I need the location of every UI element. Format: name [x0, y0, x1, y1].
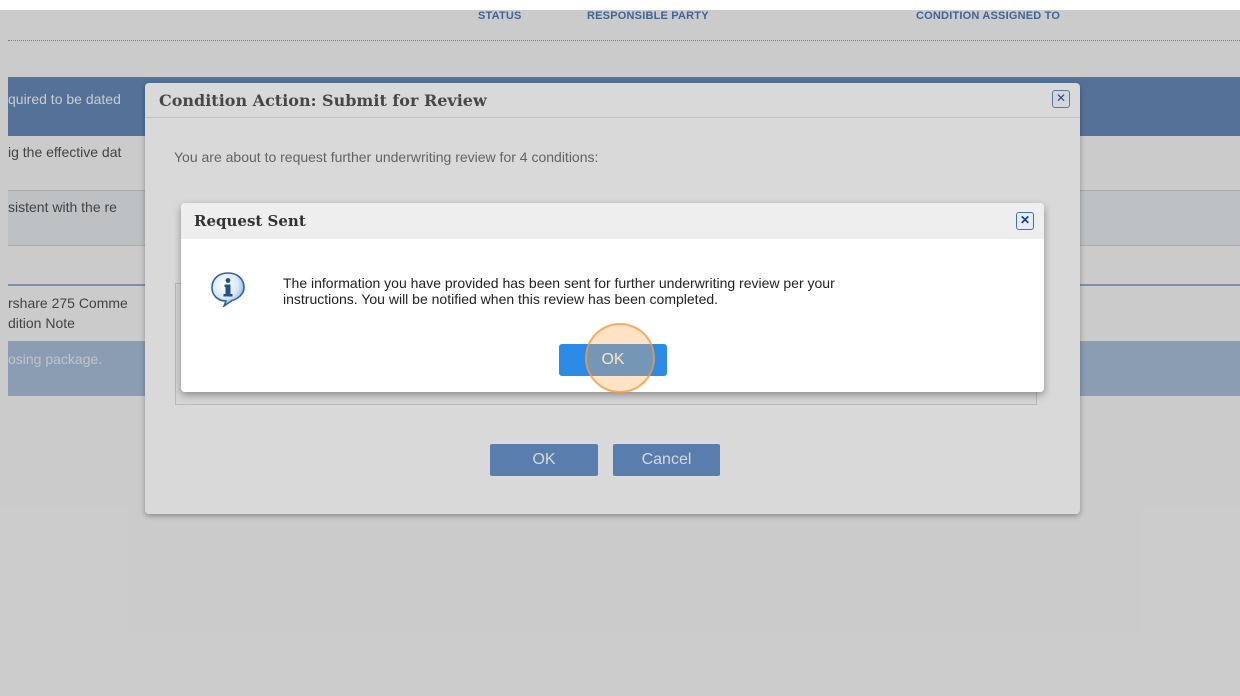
close-icon[interactable]: ✕ [1016, 212, 1034, 230]
dialog-title: Request Sent [194, 212, 306, 230]
message-line: instructions. You will be notified when … [283, 291, 719, 307]
ok-button[interactable]: OK [559, 344, 667, 376]
dialog-header: Request Sent ✕ [181, 203, 1044, 239]
page-background: STATUS RESPONSIBLE PARTY CONDITION ASSIG… [0, 0, 1240, 696]
dialog-body: The information you have provided has be… [181, 239, 1044, 393]
info-icon [211, 272, 245, 307]
message-line: The information you have provided has be… [283, 275, 835, 291]
dialog-message: The information you have provided has be… [283, 275, 1003, 307]
request-sent-dialog: Request Sent ✕ The information you have … [181, 203, 1044, 393]
